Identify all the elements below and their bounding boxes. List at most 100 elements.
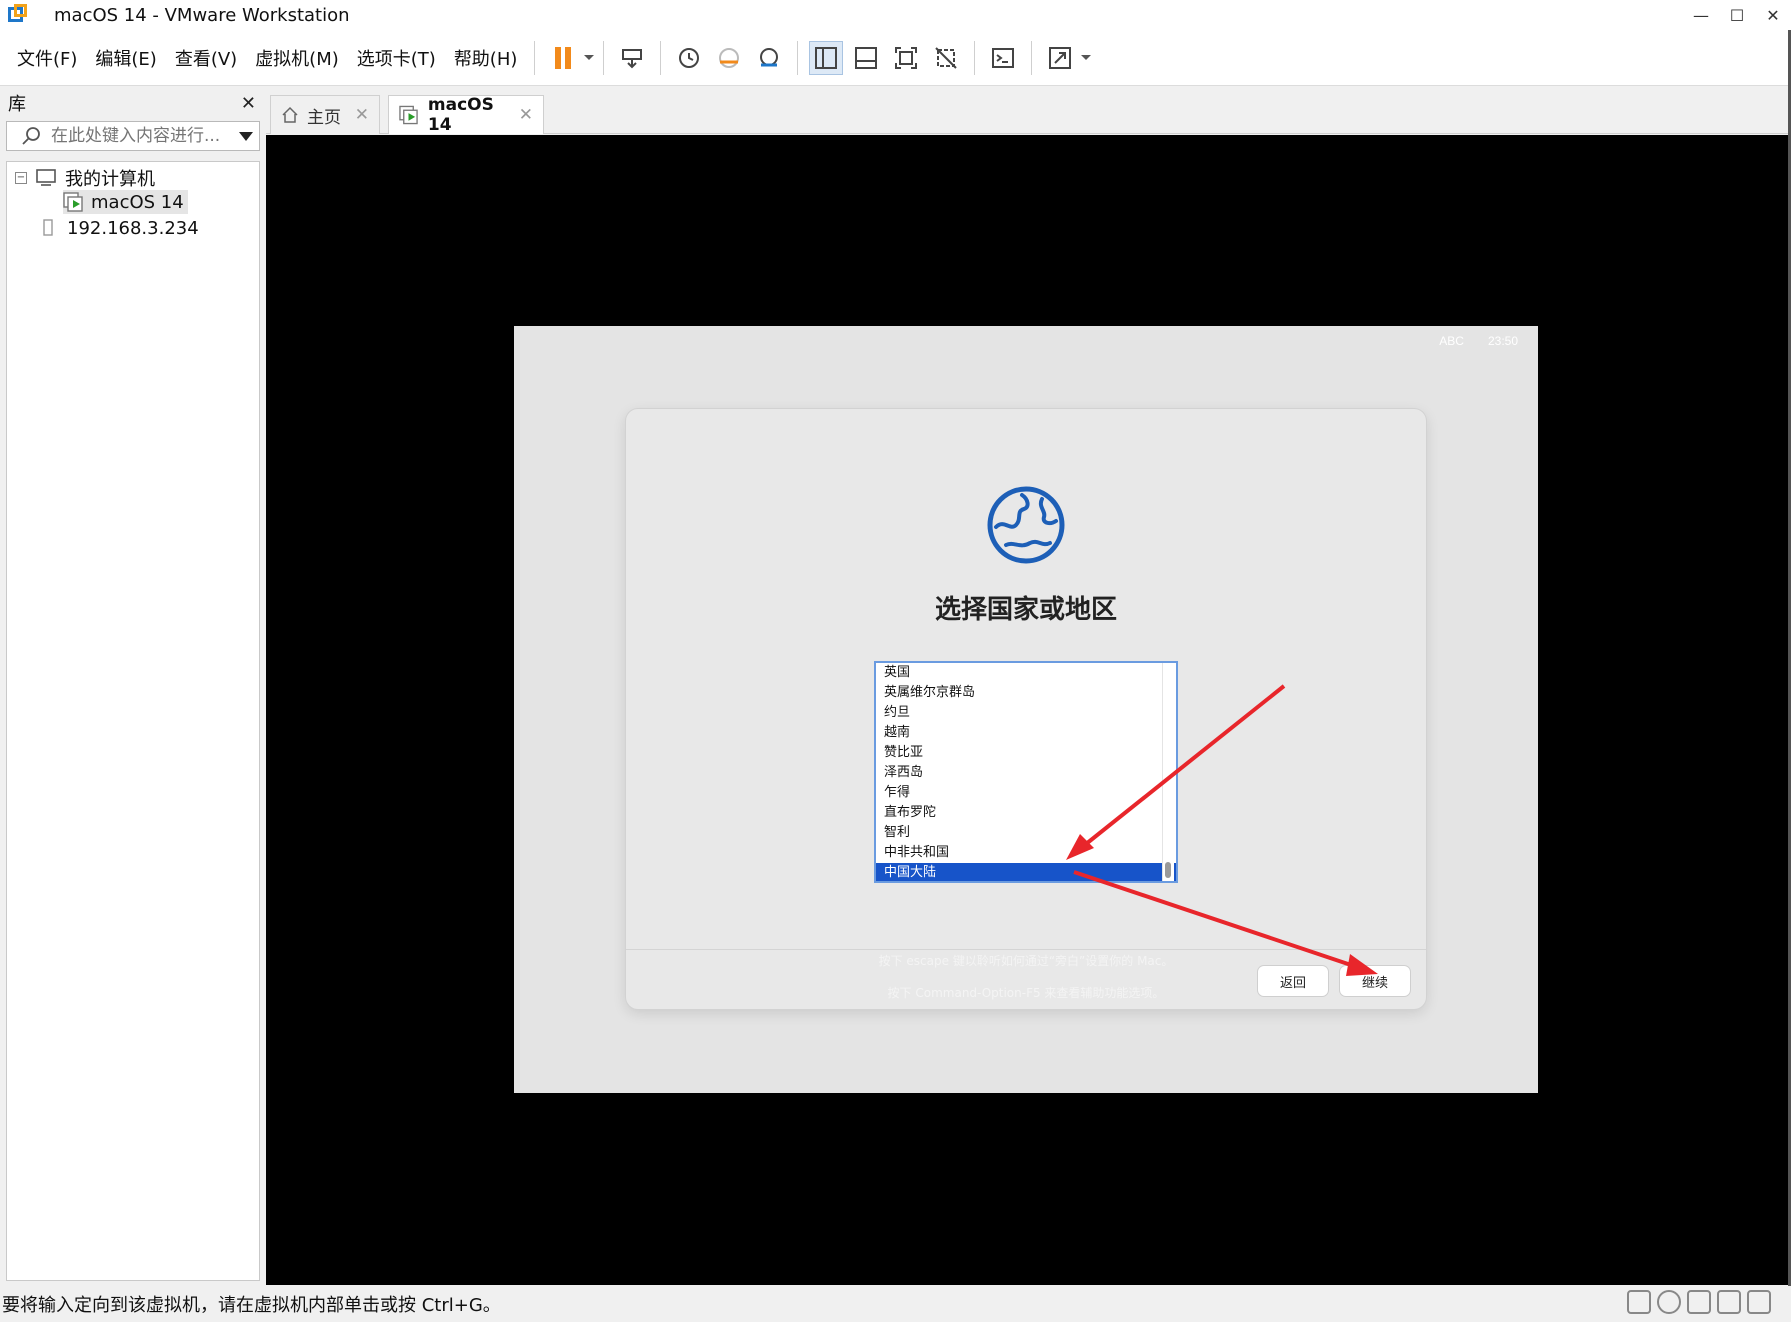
list-item[interactable]: 约旦 — [876, 703, 1176, 723]
minimize-button[interactable]: — — [1683, 0, 1719, 30]
macos-setup-screen[interactable]: ABC 23:50 选择国家或地区 英国 英属维尔京群岛 约旦 越南 赞比亚 泽… — [514, 326, 1538, 1093]
revert-snapshot-icon — [719, 47, 740, 68]
tab-macos-close-button[interactable]: ✕ — [519, 105, 533, 125]
voiceover-hint: 按下 escape 键以聆听如何通过“旁白”设置你的 Mac。 — [878, 954, 1174, 968]
snapshot-clock-icon — [679, 47, 700, 68]
thumbnail-bar-button[interactable] — [849, 41, 883, 75]
pause-icon — [555, 46, 572, 69]
menu-tabs[interactable]: 选项卡(T) — [348, 45, 445, 71]
vmware-window: { "window": { "title": "macOS 14 - VMwar… — [0, 0, 1791, 1322]
toolbar-separator — [1031, 40, 1033, 75]
collapse-toggle-icon[interactable]: − — [15, 172, 27, 184]
list-item[interactable]: 智利 — [876, 823, 1176, 843]
send-keys-icon — [622, 48, 643, 68]
search-dropdown-icon[interactable] — [239, 132, 253, 141]
library-panel: 库 ✕ − 我的计算机 macOS 14 192.168.3.234 — [0, 87, 264, 1285]
toolbar-separator — [974, 40, 976, 75]
vm-running-icon — [399, 105, 418, 125]
scrollbar-thumb[interactable] — [1165, 862, 1171, 878]
unity-button[interactable] — [929, 41, 963, 75]
dialog-divider — [626, 949, 1426, 950]
title-bar: macOS 14 - VMware Workstation — ☐ ✕ — [0, 0, 1791, 30]
library-close-button[interactable]: ✕ — [241, 93, 256, 114]
fullscreen-icon — [895, 46, 918, 69]
tree-label-remote-host: 192.168.3.234 — [67, 217, 199, 239]
vm-running-icon — [63, 192, 83, 212]
list-item[interactable]: 中非共和国 — [876, 843, 1176, 863]
sound-card-icon[interactable] — [1717, 1290, 1741, 1314]
stretch-guest-button[interactable] — [1043, 41, 1077, 75]
tree-item-remote-host[interactable]: 192.168.3.234 — [41, 216, 199, 240]
server-icon — [43, 219, 53, 236]
cd-dvd-icon[interactable] — [1657, 1290, 1681, 1314]
power-dropdown-button[interactable] — [583, 41, 595, 75]
menu-view[interactable]: 查看(V) — [166, 45, 246, 71]
revert-snapshot-button[interactable] — [712, 41, 746, 75]
show-library-button[interactable] — [809, 40, 844, 75]
window-title: macOS 14 - VMware Workstation — [54, 4, 350, 26]
stretch-dropdown-button[interactable] — [1080, 41, 1092, 75]
list-item[interactable]: 赞比亚 — [876, 743, 1176, 763]
list-item[interactable]: 英国 — [876, 663, 1176, 683]
tab-home-label: 主页 — [307, 107, 341, 128]
country-select-dialog: 选择国家或地区 英国 英属维尔京群岛 约旦 越南 赞比亚 泽西岛 乍得 直布罗陀… — [626, 409, 1426, 1009]
close-window-button[interactable]: ✕ — [1755, 0, 1791, 30]
snapshot-button[interactable] — [672, 41, 706, 75]
library-search-input[interactable] — [51, 126, 231, 146]
send-ctrl-alt-del-button[interactable] — [615, 41, 649, 75]
list-item[interactable]: 泽西岛 — [876, 763, 1176, 783]
list-item[interactable]: 直布罗陀 — [876, 803, 1176, 823]
stretch-icon — [1049, 46, 1072, 69]
snapshot-manager-button[interactable] — [752, 41, 786, 75]
menu-help[interactable]: 帮助(H) — [445, 45, 527, 71]
tree-label-vm: macOS 14 — [91, 191, 184, 213]
console-view-button[interactable] — [986, 41, 1020, 75]
snapshot-manager-icon — [760, 47, 779, 66]
library-tree: − 我的计算机 macOS 14 192.168.3.234 — [6, 161, 260, 1281]
maximize-button[interactable]: ☐ — [1719, 0, 1755, 30]
hard-disk-icon[interactable] — [1627, 1290, 1651, 1314]
display-icon[interactable] — [1747, 1290, 1771, 1314]
accessibility-hint: 按下 Command-Option-F5 来查看辅助功能选项。 — [887, 986, 1165, 1000]
tree-item-vm[interactable]: macOS 14 — [63, 190, 188, 214]
search-icon — [22, 127, 40, 145]
list-item[interactable]: 乍得 — [876, 783, 1176, 803]
input-source-indicator[interactable]: ABC — [1439, 334, 1464, 348]
network-adapter-icon[interactable] — [1687, 1290, 1711, 1314]
full-screen-button[interactable] — [889, 41, 923, 75]
menu-file[interactable]: 文件(F) — [8, 45, 86, 71]
chevron-down-icon — [584, 54, 595, 60]
tab-home-close-button[interactable]: ✕ — [355, 105, 369, 125]
toolbar-separator — [660, 40, 662, 75]
tab-home[interactable]: 主页 ✕ — [270, 95, 380, 134]
menu-edit[interactable]: 编辑(E) — [86, 45, 165, 71]
unity-icon — [935, 46, 958, 69]
library-title: 库 — [8, 94, 26, 115]
vm-display[interactable]: ABC 23:50 选择国家或地区 英国 英属维尔京群岛 约旦 越南 赞比亚 泽… — [266, 135, 1788, 1285]
menu-vm[interactable]: 虚拟机(M) — [246, 45, 348, 71]
vmware-logo-icon — [8, 4, 30, 26]
tab-strip: 主页 ✕ macOS 14 ✕ — [266, 87, 1788, 135]
list-item[interactable]: 越南 — [876, 723, 1176, 743]
window-controls: — ☐ ✕ — [1683, 0, 1791, 30]
list-item-selected[interactable]: 中国大陆 — [876, 863, 1176, 881]
list-item[interactable]: 英属维尔京群岛 — [876, 683, 1176, 703]
home-icon — [282, 106, 298, 123]
tree-label-my-computer: 我的计算机 — [65, 169, 155, 190]
bottom-panel-icon — [855, 46, 878, 69]
status-bar: 要将输入定向到该虚拟机，请在虚拟机内部单击或按 Ctrl+G。 — [0, 1286, 1791, 1322]
toolbar-separator — [603, 40, 605, 75]
toolbar-separator — [534, 40, 536, 75]
menu-toolbar: 文件(F) 编辑(E) 查看(V) 虚拟机(M) 选项卡(T) 帮助(H) — [0, 30, 1791, 86]
mac-status-bar: ABC 23:50 — [1439, 334, 1518, 348]
tree-item-my-computer[interactable]: − 我的计算机 — [15, 166, 155, 190]
computer-icon — [36, 169, 56, 186]
status-message: 要将输入定向到该虚拟机，请在虚拟机内部单击或按 Ctrl+G。 — [2, 1295, 501, 1316]
tab-macos[interactable]: macOS 14 ✕ — [388, 95, 544, 135]
list-scrollbar[interactable] — [1162, 663, 1174, 881]
tab-macos-label: macOS 14 — [427, 95, 494, 135]
library-search[interactable] — [6, 121, 260, 151]
clock: 23:50 — [1487, 334, 1518, 348]
pause-button[interactable] — [546, 41, 580, 75]
country-list[interactable]: 英国 英属维尔京群岛 约旦 越南 赞比亚 泽西岛 乍得 直布罗陀 智利 中非共和… — [874, 661, 1178, 883]
